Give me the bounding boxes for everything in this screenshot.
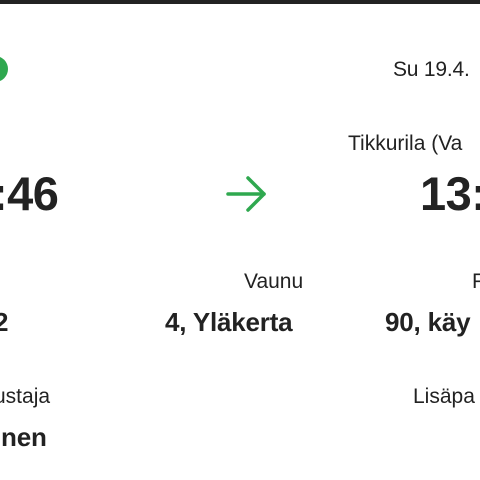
top-divider — [0, 0, 480, 4]
detail-value-left: 2 — [0, 307, 9, 337]
seat-label: P — [472, 270, 480, 293]
seat-value: 90, käy — [385, 307, 471, 337]
car-label: Vaunu — [244, 270, 304, 293]
passenger-name: inen — [0, 422, 47, 452]
departure-time: :46 — [0, 167, 59, 220]
passenger-label: ustaja — [0, 385, 51, 408]
extras-label: Lisäpa — [413, 385, 475, 408]
arrival-station: Tikkurila (Va — [348, 132, 463, 155]
car-value: 4, Yläkerta — [165, 307, 293, 337]
travel-date: Su 19.4. — [393, 58, 470, 81]
status-dot-icon — [0, 56, 8, 82]
arrow-right-icon — [226, 176, 266, 212]
arrival-time: 13: — [420, 167, 480, 220]
